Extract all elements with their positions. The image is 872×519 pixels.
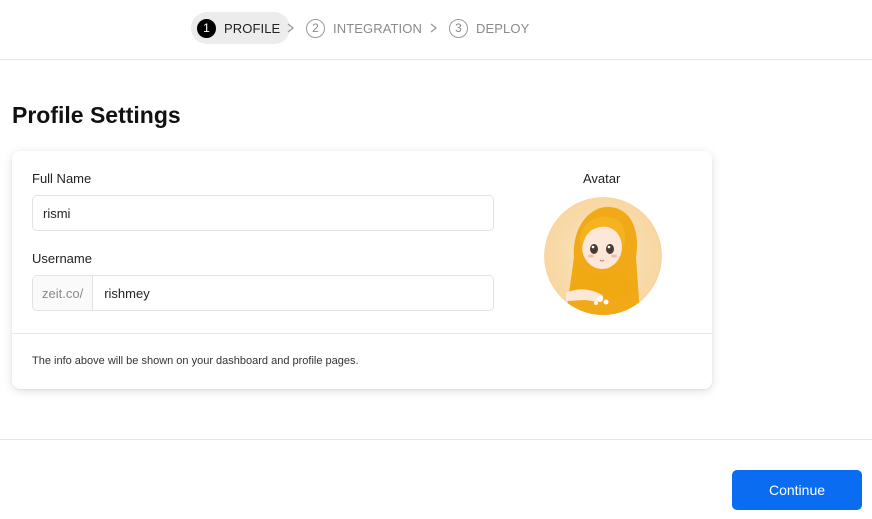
username-prefix: zeit.co/ <box>33 276 94 310</box>
avatar-label: Avatar <box>583 171 621 186</box>
chevron-right-icon <box>286 18 300 38</box>
info-note: The info above will be shown on your das… <box>32 355 359 367</box>
full-name-label: Full Name <box>32 171 92 186</box>
card-divider <box>12 333 712 334</box>
page-title: Profile Settings <box>12 102 181 128</box>
username-field: zeit.co/ rishmey <box>32 275 494 311</box>
profile-card: Full Name rismi Username zeit.co/ rishme… <box>12 151 712 389</box>
step-number-1: 1 <box>197 18 216 38</box>
step-deploy[interactable]: 3 DEPLOY <box>449 12 529 44</box>
continue-button[interactable]: Continue <box>732 470 862 510</box>
username-label: Username <box>32 251 92 266</box>
step-label-profile: PROFILE <box>224 20 281 36</box>
step-profile[interactable]: 1 PROFILE <box>191 12 291 44</box>
step-integration[interactable]: 2 INTEGRATION <box>306 12 422 44</box>
step-number-3: 3 <box>449 18 468 38</box>
full-name-input[interactable]: rismi <box>32 195 494 231</box>
step-number-2: 2 <box>306 18 325 38</box>
onboarding-page: 1 PROFILE 2 INTEGRATION 3 DEPLOY Profile… <box>0 0 872 519</box>
username-input[interactable]: rishmey <box>93 276 493 310</box>
stepper: 1 PROFILE 2 INTEGRATION 3 DEPLOY <box>0 0 872 60</box>
chevron-right-icon <box>429 18 443 38</box>
step-label-deploy: DEPLOY <box>476 20 530 36</box>
step-label-integration: INTEGRATION <box>333 20 422 36</box>
avatar[interactable] <box>544 197 662 315</box>
footer-divider <box>0 439 872 440</box>
